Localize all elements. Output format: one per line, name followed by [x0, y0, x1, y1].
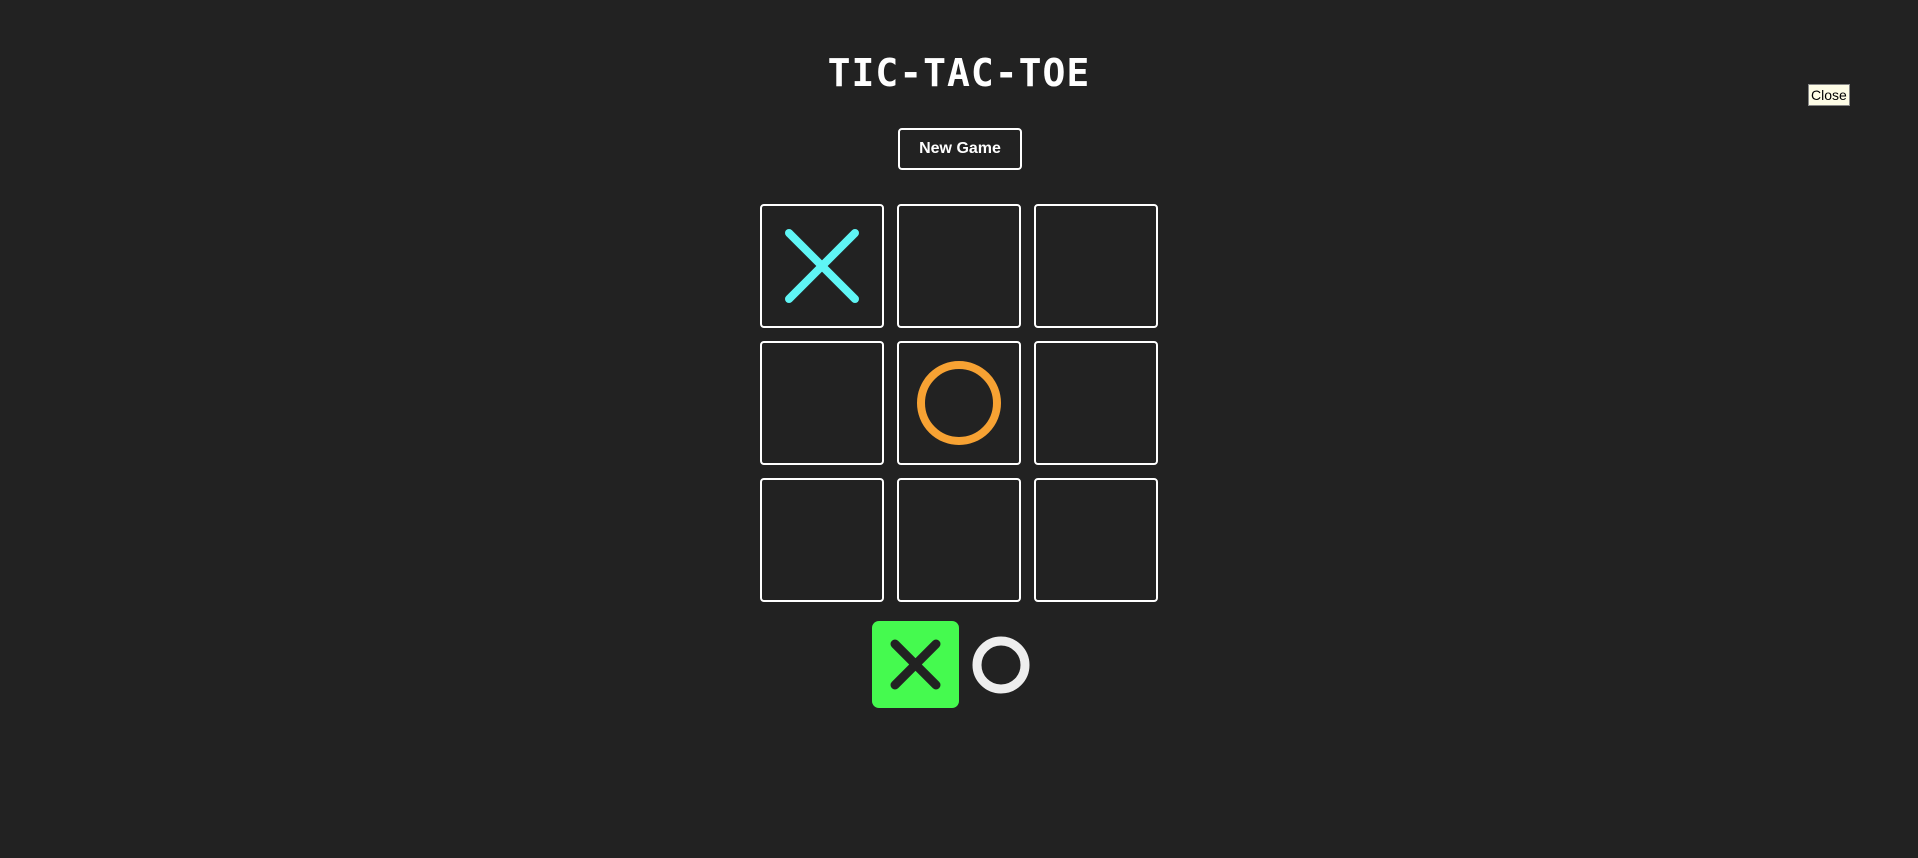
board-cell[interactable]: [760, 341, 884, 465]
board-cell[interactable]: [897, 204, 1021, 328]
board-cell[interactable]: [760, 204, 884, 328]
new-game-button[interactable]: New Game: [898, 128, 1022, 170]
board-cell[interactable]: [897, 478, 1021, 602]
o-mark-icon: [917, 361, 1001, 445]
x-mark-icon: [890, 639, 941, 690]
turn-indicator-x[interactable]: [872, 621, 959, 708]
game-board: [760, 204, 1158, 602]
turn-indicator-o[interactable]: [970, 634, 1032, 696]
x-mark-icon: [785, 229, 859, 303]
board-cell[interactable]: [760, 478, 884, 602]
board-cell[interactable]: [1034, 478, 1158, 602]
o-mark-icon: [972, 636, 1030, 694]
board-cell[interactable]: [1034, 341, 1158, 465]
board-cell[interactable]: [897, 341, 1021, 465]
page-title: TIC-TAC-TOE: [827, 51, 1091, 95]
board-cell[interactable]: [1034, 204, 1158, 328]
close-button[interactable]: Close: [1808, 84, 1850, 106]
